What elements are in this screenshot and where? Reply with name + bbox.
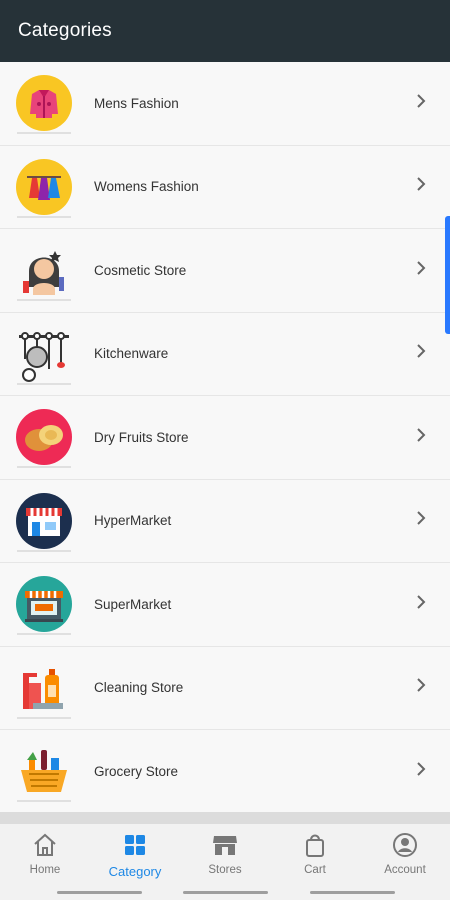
nav-cart[interactable]: Cart	[270, 824, 360, 900]
chevron-right-icon	[406, 760, 436, 783]
dresses-icon	[15, 158, 73, 218]
jacket-icon	[15, 74, 73, 135]
list-end-divider	[0, 812, 450, 824]
chevron-right-icon	[406, 593, 436, 616]
nav-account[interactable]: Account	[360, 824, 450, 900]
nav-stores-label: Stores	[208, 864, 242, 876]
category-label: Cosmetic Store	[94, 262, 187, 278]
category-item-dry-fruits-store[interactable]: Dry Fruits Store	[0, 396, 450, 480]
category-list: Mens Fashion Womens Fashion Cosmetic Sto…	[0, 62, 450, 814]
chevron-right-icon	[406, 342, 436, 365]
category-item-kitchenware[interactable]: Kitchenware	[0, 312, 450, 396]
nav-home-label: Home	[29, 864, 61, 876]
store-front-icon	[15, 492, 73, 552]
chevron-right-icon	[406, 259, 436, 282]
category-item-grocery-store[interactable]: Grocery Store	[0, 730, 450, 814]
category-item-hypermarket[interactable]: HyperMarket	[0, 479, 450, 563]
chevron-right-icon	[406, 175, 436, 198]
gesture-bar	[183, 891, 268, 894]
category-label: Womens Fashion	[94, 179, 199, 195]
cleaning-bottles-icon	[15, 659, 73, 719]
account-icon	[393, 833, 417, 857]
shopping-bag-icon	[306, 834, 324, 857]
nuts-icon	[15, 408, 73, 469]
chevron-right-icon	[406, 676, 436, 699]
category-item-mens-fashion[interactable]: Mens Fashion	[0, 62, 450, 146]
category-item-womens-fashion[interactable]: Womens Fashion	[0, 145, 450, 229]
nav-account-label: Account	[384, 864, 426, 876]
category-label: Cleaning Store	[94, 680, 184, 696]
nav-stores[interactable]: Stores	[180, 824, 270, 900]
app-bar: Categories	[0, 0, 450, 62]
nav-cart-label: Cart	[304, 864, 326, 876]
category-label: HyperMarket	[94, 513, 172, 529]
category-label: SuperMarket	[94, 596, 172, 612]
woman-makeup-icon	[15, 241, 73, 302]
grid-icon	[125, 835, 145, 855]
page-title: Categories	[18, 20, 112, 41]
bottom-navigation: Home Category Stores Cart Account	[0, 824, 450, 900]
category-item-cosmetic-store[interactable]: Cosmetic Store	[0, 229, 450, 313]
category-label: Mens Fashion	[94, 95, 179, 111]
grocery-basket-icon	[15, 742, 73, 803]
home-icon	[34, 833, 56, 856]
open-shop-icon	[15, 575, 73, 636]
category-item-cleaning-store[interactable]: Cleaning Store	[0, 646, 450, 730]
chevron-right-icon	[406, 509, 436, 532]
gesture-bar	[310, 891, 395, 894]
nav-category-label: Category	[108, 864, 162, 879]
category-label: Grocery Store	[94, 763, 179, 779]
category-label: Dry Fruits Store	[94, 429, 189, 445]
store-icon	[213, 836, 237, 855]
category-item-supermarket[interactable]: SuperMarket	[0, 563, 450, 647]
category-label: Kitchenware	[94, 346, 169, 362]
scroll-indicator[interactable]	[445, 216, 450, 334]
nav-home[interactable]: Home	[0, 824, 90, 900]
nav-category[interactable]: Category	[90, 824, 180, 900]
gesture-bar	[57, 891, 142, 894]
chevron-right-icon	[406, 426, 436, 449]
kitchen-utensils-icon	[15, 325, 73, 385]
chevron-right-icon	[406, 92, 436, 115]
